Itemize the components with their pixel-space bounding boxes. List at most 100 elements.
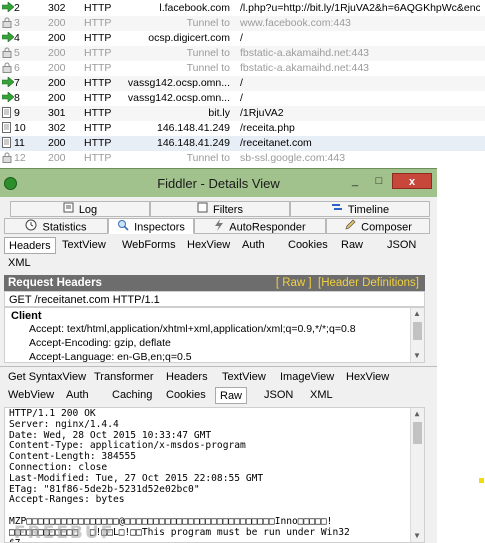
session-row[interactable]: 12 200 HTTP Tunnel to sb-ssl.google.com:443 — [0, 151, 485, 166]
resp-tab-xml[interactable]: XML — [306, 387, 337, 404]
req-tab-textview[interactable]: TextView — [58, 237, 110, 254]
req-tab-cookies[interactable]: Cookies — [284, 237, 332, 254]
raw-link[interactable]: [ Raw ] — [276, 277, 312, 289]
session-row[interactable]: 2 302 HTTP l.facebook.com/l.php?u=http://bi… — [0, 1, 485, 16]
session-list[interactable]: 2 302 HTTP l.facebook.com/l.php?u=http://bi… — [0, 0, 485, 168]
tab-inspectors[interactable]: Inspectors — [108, 218, 194, 234]
request-header-tree[interactable]: Client Accept: text/html,application/xht… — [4, 307, 425, 363]
lock-icon — [2, 17, 14, 29]
session-row[interactable]: 9 301 HTTP bit.ly/1RjuVA2 — [0, 106, 485, 121]
req-tab-json[interactable]: JSON — [383, 237, 420, 254]
req-tab-hexview[interactable]: HexView — [183, 237, 234, 254]
session-url: / — [240, 77, 243, 89]
background-strip — [437, 168, 485, 542]
request-scrollbar[interactable]: ▲ ▼ — [410, 308, 424, 362]
close-button[interactable]: x — [392, 173, 432, 189]
watermark: FREEBUF — [14, 523, 115, 543]
session-url: fbstatic-a.akamaihd.net:443 — [240, 62, 369, 74]
resp-tab-caching[interactable]: Caching — [108, 387, 156, 404]
doc-icon — [2, 122, 14, 134]
scroll-thumb[interactable] — [413, 422, 422, 444]
maximize-button[interactable]: □ — [369, 173, 389, 189]
resp-tab-cookies[interactable]: Cookies — [162, 387, 210, 404]
top-tab-row-1: Log Filters Timeline — [0, 201, 437, 218]
session-row[interactable]: 6 200 HTTP Tunnel to fbstatic-a.akamaihd.net… — [0, 61, 485, 76]
session-row[interactable]: 8 200 HTTP vassg142.ocsp.omn... / — [0, 91, 485, 106]
session-row[interactable]: 11 200 HTTP 146.148.41.249/receitanet.com — [0, 136, 485, 151]
resp-tab-json[interactable]: JSON — [260, 387, 297, 404]
resp-tab-webview[interactable]: WebView — [4, 387, 58, 404]
session-number: 6 — [14, 62, 20, 74]
tab-log[interactable]: Log — [10, 201, 150, 217]
req-tab-auth[interactable]: Auth — [238, 237, 269, 254]
header-accept-language: Accept-Language: en-GB,en;q=0.5 — [29, 351, 192, 363]
scroll-down-icon[interactable]: ▼ — [413, 352, 421, 360]
session-protocol: HTTP — [84, 122, 112, 134]
resp-tab-transformer[interactable]: Transformer — [90, 369, 158, 386]
session-row[interactable]: 7 200 HTTP vassg142.ocsp.omn... / — [0, 76, 485, 91]
tab-timeline-label: Timeline — [347, 204, 390, 216]
session-row[interactable]: 10 302 HTTP 146.148.41.249/receita.php — [0, 121, 485, 136]
timeline-icon — [331, 202, 343, 218]
req-tab-webforms[interactable]: WebForms — [118, 237, 180, 254]
session-host: l.facebook.com — [159, 2, 230, 14]
resp-tab-raw[interactable]: Raw — [215, 387, 248, 404]
session-protocol: HTTP — [84, 17, 112, 29]
req-tab-headers[interactable]: Headers — [4, 237, 56, 254]
tab-statistics-label: Statistics — [42, 221, 87, 234]
tab-statistics[interactable]: Statistics — [4, 218, 108, 234]
session-host: 146.148.41.249 — [157, 137, 230, 149]
session-number: 7 — [14, 77, 20, 89]
inspectors-icon — [117, 219, 129, 236]
tab-composer-label: Composer — [361, 221, 412, 234]
session-url: /1RjuVA2 — [240, 107, 284, 119]
minimize-button[interactable]: _ — [345, 173, 365, 189]
checkbox-icon — [197, 202, 208, 218]
request-headers-heading: Request Headers — [8, 277, 102, 289]
req-tab-xml[interactable]: XML — [4, 255, 35, 272]
response-scrollbar[interactable]: ▲ ▼ — [410, 408, 424, 542]
resp-tab-syntaxview[interactable]: Get SyntaxView — [4, 369, 90, 386]
resp-tab-headers[interactable]: Headers — [162, 369, 212, 386]
tab-timeline[interactable]: Timeline — [290, 201, 430, 217]
resp-tab-hexview[interactable]: HexView — [342, 369, 393, 386]
session-result: 302 — [48, 122, 66, 134]
tab-autoresponder[interactable]: AutoResponder — [194, 218, 326, 234]
session-number: 2 — [14, 2, 20, 14]
session-protocol: HTTP — [84, 92, 112, 104]
session-url: /l.php?u=http://bit.ly/1RjuVA2&h=6AQGKhp… — [240, 2, 480, 14]
lock-icon — [2, 47, 14, 59]
session-protocol: HTTP — [84, 2, 112, 14]
scroll-up-icon[interactable]: ▲ — [413, 410, 421, 418]
header-definitions-link[interactable]: [Header Definitions] — [318, 277, 419, 289]
title-bar[interactable]: Fiddler - Details View _ □ x — [0, 169, 437, 197]
tab-filters[interactable]: Filters — [150, 201, 290, 217]
session-row[interactable]: 5 200 HTTP Tunnel to fbstatic-a.akamaihd.net… — [0, 46, 485, 61]
header-accept: Accept: text/html,application/xhtml+xml,… — [29, 323, 356, 335]
doc-icon — [2, 107, 14, 119]
resp-tab-imageview[interactable]: ImageView — [276, 369, 338, 386]
arrow-icon — [2, 32, 14, 44]
session-host: ocsp.digicert.com — [148, 32, 230, 44]
session-result: 200 — [48, 92, 66, 104]
session-host: Tunnel to — [186, 62, 230, 74]
req-tab-raw[interactable]: Raw — [337, 237, 367, 254]
session-host: vassg142.ocsp.omn... — [127, 77, 230, 89]
resp-tab-textview[interactable]: TextView — [218, 369, 270, 386]
lightning-icon — [214, 219, 224, 236]
session-number: 3 — [14, 17, 20, 29]
tab-autoresponder-label: AutoResponder — [229, 221, 306, 234]
resp-tab-auth[interactable]: Auth — [62, 387, 93, 404]
client-group-label: Client — [11, 310, 42, 322]
session-protocol: HTTP — [84, 137, 112, 149]
scroll-up-icon[interactable]: ▲ — [413, 310, 421, 318]
scroll-thumb[interactable] — [413, 322, 422, 340]
splitter[interactable] — [0, 366, 437, 367]
arrow-icon — [2, 2, 14, 14]
session-row[interactable]: 4 200 HTTP ocsp.digicert.com / — [0, 31, 485, 46]
scroll-down-icon[interactable]: ▼ — [413, 532, 421, 540]
session-row[interactable]: 3 200 HTTP Tunnel to www.facebook.com:443 — [0, 16, 485, 31]
marker-dot — [479, 478, 484, 483]
session-result: 301 — [48, 107, 66, 119]
tab-composer[interactable]: Composer — [326, 218, 430, 234]
